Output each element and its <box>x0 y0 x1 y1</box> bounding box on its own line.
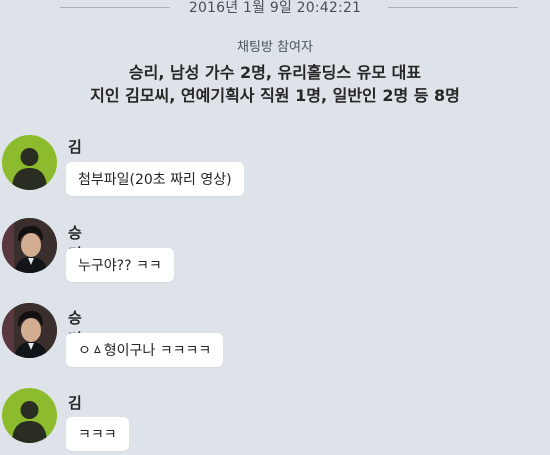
message-bubble[interactable]: ㅇㅿ형이구나 ㅋㅋㅋㅋ <box>66 333 224 367</box>
participants-header: 채팅방 참여자 <box>237 40 313 55</box>
message-bubble[interactable]: 누구야?? ㅋㅋ <box>66 248 174 282</box>
profile-photo[interactable] <box>2 218 57 273</box>
default-person-icon[interactable] <box>2 135 57 190</box>
message-bubble[interactable]: ㅋㅋㅋ <box>66 417 129 451</box>
divider-right <box>388 7 518 8</box>
profile-photo[interactable] <box>2 303 57 358</box>
participants-line-2: 지인 김모씨, 연예기획사 직원 1명, 일반인 2명 등 8명 <box>90 86 460 105</box>
date-separator-text: 2016년 1월 9일 20:42:21 <box>188 0 362 16</box>
participants-line-1: 승리, 남성 가수 2명, 유리홀딩스 유모 대표 <box>128 63 422 82</box>
participants-notice: 채팅방 참여자 승리, 남성 가수 2명, 유리홀딩스 유모 대표 지인 김모씨… <box>0 36 550 107</box>
date-separator: 2016년 1월 9일 20:42:21 <box>0 0 550 20</box>
default-person-icon[interactable] <box>2 388 57 443</box>
message-bubble[interactable]: 첨부파일(20초 짜리 영상) <box>66 162 244 196</box>
